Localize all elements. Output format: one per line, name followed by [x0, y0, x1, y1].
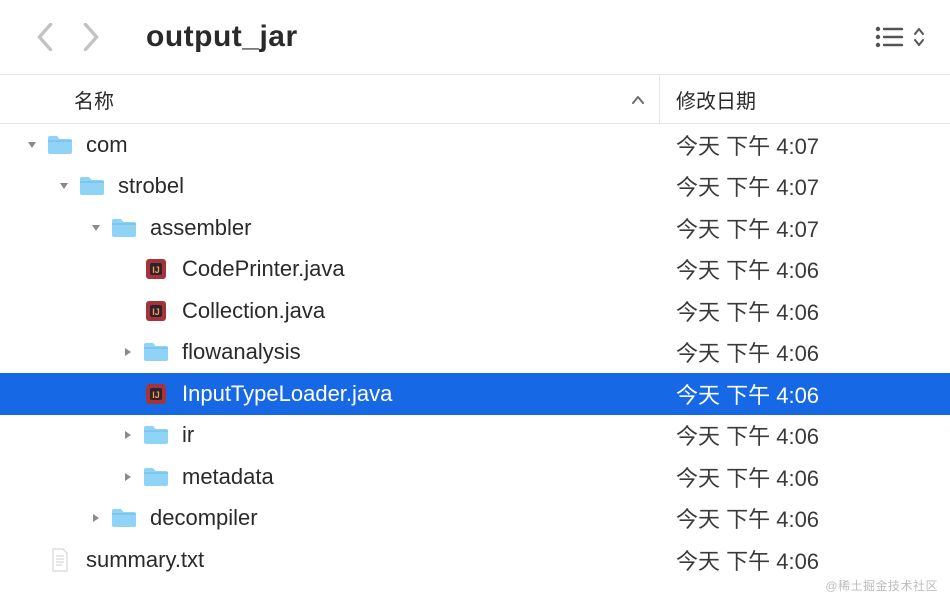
file-name: flowanalysis: [182, 339, 301, 365]
view-options-button[interactable]: [874, 25, 926, 49]
svg-text:IJ: IJ: [152, 307, 160, 317]
column-header-row: 名称 修改日期: [0, 74, 950, 124]
java-file-icon: IJ: [142, 382, 170, 406]
nav-arrows: [36, 23, 100, 51]
folder-icon: [142, 465, 170, 489]
disclosure-triangle-icon[interactable]: [120, 347, 136, 357]
toolbar: output_jar: [0, 0, 950, 74]
modified-date: 今天 下午 4:06: [660, 336, 950, 368]
name-cell: metadata: [0, 456, 660, 498]
file-name: metadata: [182, 464, 274, 490]
name-cell: decompiler: [0, 498, 660, 540]
disclosure-triangle-icon[interactable]: [120, 472, 136, 482]
name-cell: flowanalysis: [0, 332, 660, 374]
file-row[interactable]: IJ CodePrinter.java 今天 下午 4:06: [0, 249, 950, 291]
svg-text:IJ: IJ: [152, 390, 160, 400]
file-row[interactable]: strobel 今天 下午 4:07: [0, 166, 950, 208]
folder-icon: [46, 133, 74, 157]
forward-button[interactable]: [82, 23, 100, 51]
file-row[interactable]: IJ Collection.java 今天 下午 4:06: [0, 290, 950, 332]
file-name: summary.txt: [86, 547, 204, 573]
name-cell: ir: [0, 415, 660, 457]
file-row[interactable]: assembler 今天 下午 4:07: [0, 207, 950, 249]
modified-date: 今天 下午 4:07: [660, 212, 950, 244]
name-cell: strobel: [0, 166, 660, 208]
file-name: InputTypeLoader.java: [182, 381, 392, 407]
file-name: decompiler: [150, 505, 258, 531]
disclosure-triangle-icon[interactable]: [24, 140, 40, 150]
modified-date: 今天 下午 4:07: [660, 129, 950, 161]
modified-date: 今天 下午 4:06: [660, 378, 950, 410]
java-file-icon: IJ: [142, 257, 170, 281]
file-name: Collection.java: [182, 298, 325, 324]
name-cell: IJ InputTypeLoader.java: [0, 373, 660, 415]
name-cell: IJ Collection.java: [0, 290, 660, 332]
text-file-icon: [46, 548, 74, 572]
file-row[interactable]: metadata 今天 下午 4:06: [0, 456, 950, 498]
name-cell: assembler: [0, 207, 660, 249]
file-row[interactable]: decompiler 今天 下午 4:06: [0, 498, 950, 540]
file-row[interactable]: com 今天 下午 4:07: [0, 124, 950, 166]
column-header-name[interactable]: 名称: [0, 75, 660, 123]
disclosure-triangle-icon[interactable]: [88, 223, 104, 233]
back-button[interactable]: [36, 23, 54, 51]
file-list: com 今天 下午 4:07 strobel 今天 下午 4:07 assembler 今…: [0, 124, 950, 581]
folder-icon: [142, 423, 170, 447]
modified-date: 今天 下午 4:07: [660, 170, 950, 202]
file-name: strobel: [118, 173, 184, 199]
file-name: com: [86, 132, 128, 158]
modified-date: 今天 下午 4:06: [660, 502, 950, 534]
file-name: assembler: [150, 215, 251, 241]
disclosure-triangle-icon[interactable]: [120, 430, 136, 440]
column-header-name-label: 名称: [74, 85, 114, 114]
file-name: ir: [182, 422, 194, 448]
name-cell: com: [0, 124, 660, 166]
file-name: CodePrinter.java: [182, 256, 345, 282]
name-cell: summary.txt: [0, 539, 660, 581]
file-row[interactable]: IJ InputTypeLoader.java 今天 下午 4:06: [0, 373, 950, 415]
modified-date: 今天 下午 4:06: [660, 544, 950, 576]
folder-icon: [142, 340, 170, 364]
svg-text:IJ: IJ: [152, 265, 160, 275]
folder-icon: [110, 506, 138, 530]
view-dropdown-icon: [912, 25, 926, 49]
sort-indicator-icon: [631, 88, 645, 111]
modified-date: 今天 下午 4:06: [660, 253, 950, 285]
disclosure-triangle-icon[interactable]: [56, 181, 72, 191]
file-row[interactable]: flowanalysis 今天 下午 4:06: [0, 332, 950, 374]
modified-date: 今天 下午 4:06: [660, 295, 950, 327]
java-file-icon: IJ: [142, 299, 170, 323]
column-header-date-label: 修改日期: [676, 91, 756, 113]
folder-icon: [110, 216, 138, 240]
file-row[interactable]: summary.txt 今天 下午 4:06: [0, 539, 950, 581]
column-header-date[interactable]: 修改日期: [660, 85, 950, 114]
file-row[interactable]: ir 今天 下午 4:06: [0, 415, 950, 457]
folder-title: output_jar: [146, 20, 874, 54]
folder-icon: [78, 174, 106, 198]
modified-date: 今天 下午 4:06: [660, 461, 950, 493]
name-cell: IJ CodePrinter.java: [0, 249, 660, 291]
modified-date: 今天 下午 4:06: [660, 419, 950, 451]
disclosure-triangle-icon[interactable]: [88, 513, 104, 523]
